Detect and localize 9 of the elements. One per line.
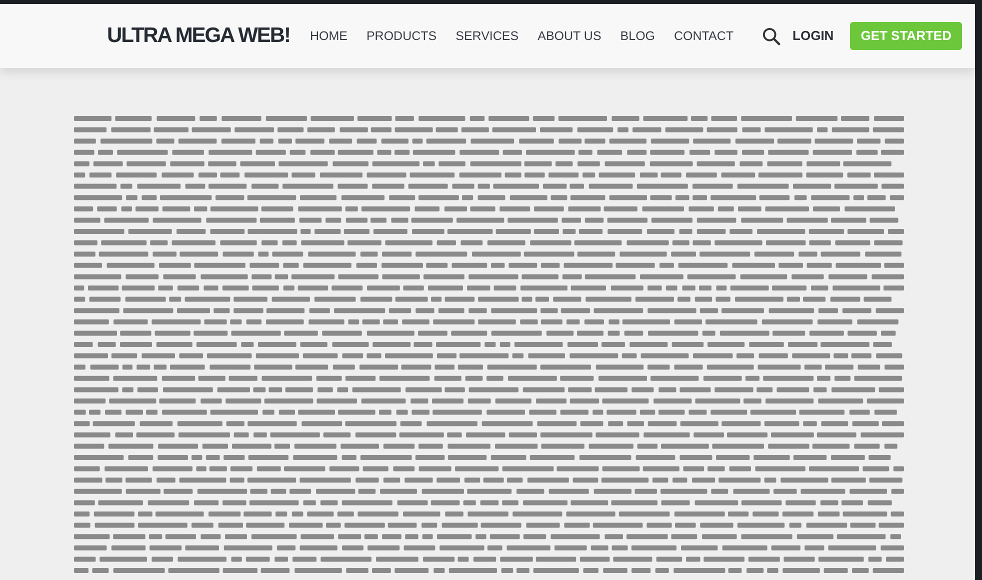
nav-link[interactable]: CONTACT [674,26,734,46]
nav-link[interactable]: BLOG [620,26,656,46]
nav-link[interactable]: HOME [310,26,348,46]
search-icon[interactable] [762,26,781,46]
logo[interactable]: ULTRA MEGA WEB! [107,20,290,52]
nav-link[interactable]: PRODUCTS [366,26,437,46]
nav-link[interactable]: SERVICES [456,26,519,46]
nav-link[interactable]: ABOUT US [538,26,602,46]
login-link[interactable]: LOGIN [792,26,834,46]
